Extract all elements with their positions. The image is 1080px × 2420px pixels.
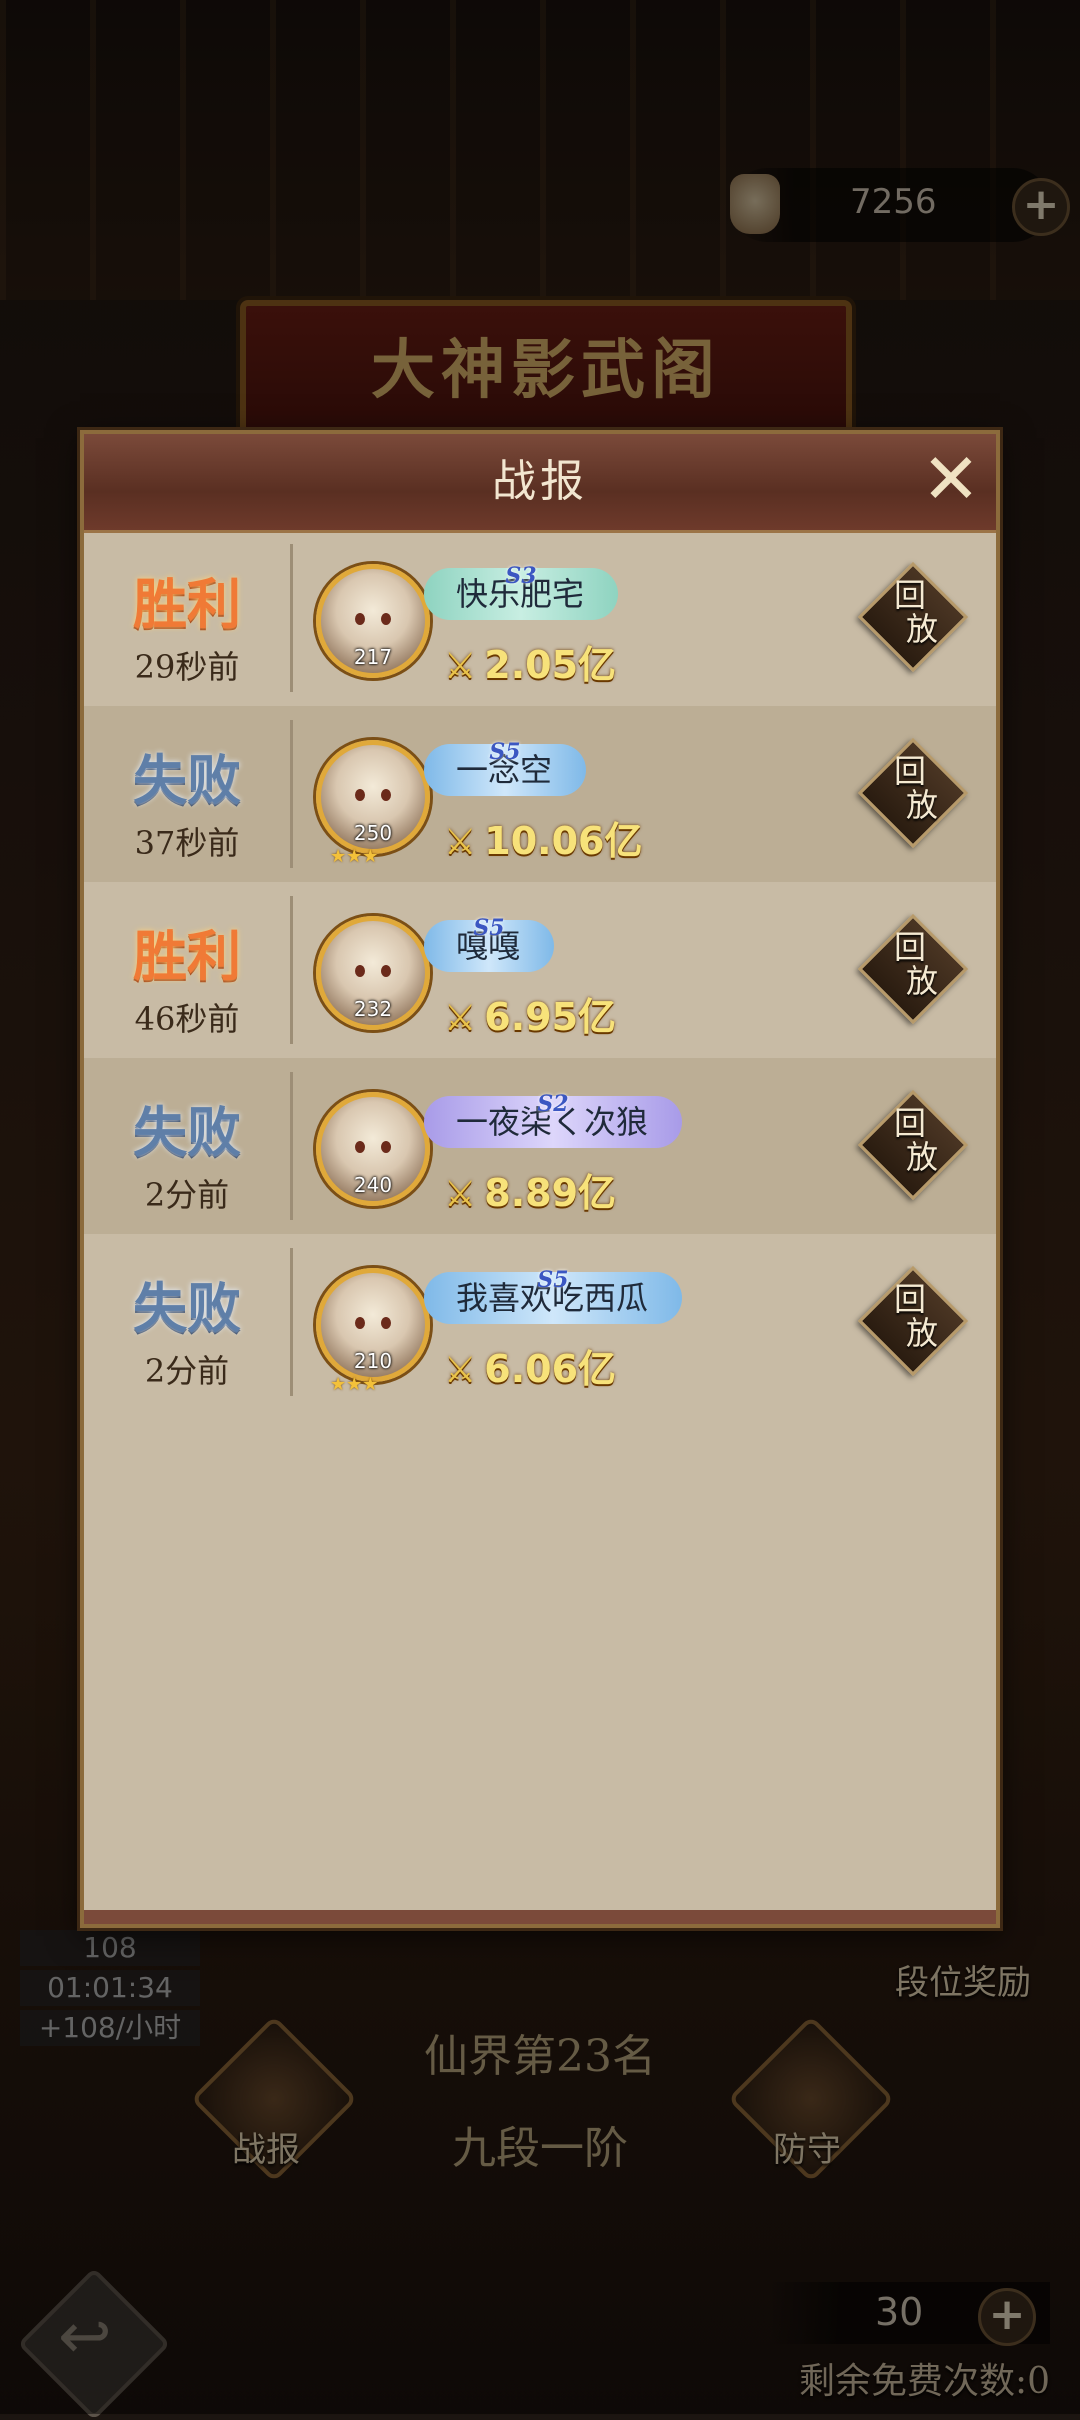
battle-report-row: 失败 2分前 210 ★★★ S5 我喜欢吃西瓜 ⚔ 6.06亿 回放	[84, 1234, 996, 1410]
opponent-avatar[interactable]: 217	[316, 564, 430, 678]
battle-report-row: 失败 37秒前 250 ★★★ S5 一念空 ⚔ 10.06亿 回放	[84, 706, 996, 882]
season-tag: S2	[537, 1091, 569, 1117]
combat-power: ⚔ 6.06亿	[444, 1338, 616, 1393]
opponent-avatar[interactable]: 250	[316, 740, 430, 854]
opponent-avatar[interactable]: 210	[316, 1268, 430, 1382]
combat-power-value: 10.06亿	[484, 819, 643, 863]
combat-power: ⚔ 2.05亿	[444, 634, 616, 689]
battle-report-row: 失败 2分前 240 S2 一夜柒く次狼 ⚔ 8.89亿 回放	[84, 1058, 996, 1234]
character-face-icon	[343, 951, 403, 995]
character-face-icon	[343, 775, 403, 819]
season-tag: S5	[473, 915, 505, 941]
modal-footer-bar	[84, 1910, 996, 1924]
battle-time-ago: 46秒前	[134, 1000, 240, 1038]
combat-power-value: 6.95亿	[484, 995, 617, 1039]
opponent-name-plate: S2 一夜柒く次狼	[424, 1091, 683, 1148]
opponent-level: 232	[353, 997, 393, 1021]
character-face-icon	[343, 1127, 403, 1171]
star-rating: ★★★	[330, 1374, 379, 1395]
combat-power: ⚔ 8.89亿	[444, 1162, 616, 1217]
crossed-swords-icon: ⚔	[444, 998, 477, 1039]
combat-power-value: 2.05亿	[484, 643, 617, 687]
opponent-level: 210	[353, 1349, 393, 1373]
battle-result: 失败	[133, 1100, 241, 1164]
character-face-icon	[343, 1303, 403, 1347]
crossed-swords-icon: ⚔	[444, 646, 477, 687]
modal-header: 战报 ✕	[84, 434, 996, 533]
row-divider	[290, 544, 293, 692]
season-tag: S3	[505, 563, 537, 589]
row-divider	[290, 1248, 293, 1396]
opponent-name-plate: S5 一念空	[424, 739, 587, 796]
battle-time-ago: 2分前	[144, 1176, 230, 1214]
row-divider	[290, 1072, 293, 1220]
combat-power-value: 6.06亿	[484, 1347, 617, 1391]
opponent-level: 250	[353, 821, 393, 845]
replay-button-label[interactable]: 回放	[860, 930, 960, 998]
replay-button-label[interactable]: 回放	[860, 1282, 960, 1350]
combat-power: ⚔ 6.95亿	[444, 986, 616, 1041]
opponent-level: 217	[353, 645, 393, 669]
opponent-level: 240	[353, 1173, 393, 1197]
battle-time-ago: 29秒前	[134, 648, 240, 686]
opponent-avatar[interactable]: 240	[316, 1092, 430, 1206]
battle-report-row: 胜利 46秒前 232 S5 嘎嘎 ⚔ 6.95亿 回放	[84, 882, 996, 1058]
combat-power-value: 8.89亿	[484, 1171, 617, 1215]
battle-time-ago: 2分前	[144, 1352, 230, 1390]
battle-result: 失败	[133, 1276, 241, 1340]
season-tag: S5	[537, 1267, 569, 1293]
crossed-swords-icon: ⚔	[444, 1350, 477, 1391]
battle-result: 胜利	[133, 572, 241, 636]
crossed-swords-icon: ⚔	[444, 1174, 477, 1215]
close-icon[interactable]: ✕	[918, 444, 984, 514]
modal-title: 战报	[492, 456, 588, 507]
row-divider	[290, 896, 293, 1044]
replay-button-label[interactable]: 回放	[860, 1106, 960, 1174]
replay-button-label[interactable]: 回放	[860, 754, 960, 822]
battle-result: 胜利	[133, 924, 241, 988]
replay-button-label[interactable]: 回放	[860, 578, 960, 646]
battle-report-row: 胜利 29秒前 217 S3 快乐肥宅 ⚔ 2.05亿 回放	[84, 530, 996, 706]
battle-report-modal: 战报 ✕ 胜利 29秒前 217 S3 快乐肥宅 ⚔ 2.05亿回放失败 37秒前 250 ★★★…	[80, 430, 1000, 1928]
character-face-icon	[343, 599, 403, 643]
crossed-swords-icon: ⚔	[444, 822, 477, 863]
row-divider	[290, 720, 293, 868]
battle-result: 失败	[133, 748, 241, 812]
combat-power: ⚔ 10.06亿	[444, 810, 642, 865]
season-tag: S5	[489, 739, 521, 765]
opponent-avatar[interactable]: 232	[316, 916, 430, 1030]
opponent-name-plate: S3 快乐肥宅	[424, 563, 619, 620]
opponent-name-plate: S5 我喜欢吃西瓜	[424, 1267, 683, 1324]
star-rating: ★★★	[330, 846, 379, 867]
opponent-name-plate: S5 嘎嘎	[424, 915, 555, 972]
battle-report-list: 胜利 29秒前 217 S3 快乐肥宅 ⚔ 2.05亿回放失败 37秒前 250 ★★★ S5 一念空…	[84, 530, 996, 1410]
battle-time-ago: 37秒前	[134, 824, 240, 862]
